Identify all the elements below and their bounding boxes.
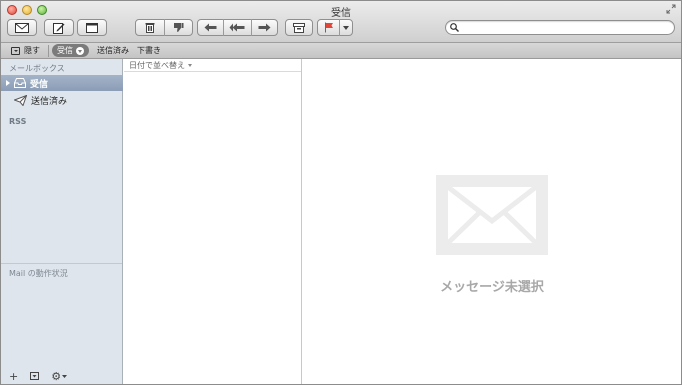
compose-button[interactable]: [44, 19, 74, 36]
sort-label: 日付で並べ替え: [129, 61, 185, 70]
favorite-inbox-label: 受信: [57, 46, 73, 55]
delete-button[interactable]: [136, 20, 164, 35]
flag-menu-button[interactable]: [340, 20, 352, 35]
message-list: 日付で並べ替え: [124, 59, 302, 384]
trash-icon: [145, 22, 155, 33]
hide-mailboxes-button[interactable]: 隠す: [11, 45, 40, 56]
junk-button[interactable]: [165, 20, 193, 35]
window-title: 受信: [331, 8, 351, 19]
hide-label: 隠す: [24, 46, 40, 55]
mail-activity-panel: Mail の動作状況: [1, 263, 122, 363]
disclosure-triangle-icon[interactable]: [6, 80, 10, 86]
sidebar-item-label: 送信済み: [31, 96, 68, 107]
get-mail-button[interactable]: [7, 19, 37, 36]
archive-icon: [293, 22, 305, 33]
gear-icon: ⚙: [51, 369, 62, 383]
forward-icon: [258, 23, 271, 32]
flag-button[interactable]: [317, 19, 353, 36]
chevron-down-icon: [343, 25, 350, 30]
fullscreen-icon[interactable]: [666, 4, 676, 14]
reply-all-button[interactable]: [224, 20, 250, 35]
chevron-down-icon: [188, 64, 192, 67]
favorite-inbox-button[interactable]: 受信: [52, 44, 89, 57]
thumbs-down-icon: [173, 22, 184, 33]
mailboxes-header: メールボックス: [9, 64, 65, 73]
chevron-down-icon[interactable]: [76, 46, 84, 55]
chevron-down-icon: [62, 374, 68, 378]
add-mailbox-button[interactable]: +: [9, 370, 18, 383]
reply-group: [197, 19, 278, 36]
paper-plane-icon: [14, 94, 27, 106]
favorite-drafts-button[interactable]: 下書き: [137, 45, 161, 56]
hide-icon: [11, 46, 20, 55]
action-menu-button[interactable]: ⚙: [51, 369, 68, 383]
archive-button[interactable]: [285, 19, 313, 36]
delete-junk-group: [135, 19, 193, 36]
sidebar-item-label: 受信: [30, 79, 49, 90]
favorite-sent-label: 送信済み: [97, 46, 129, 55]
reply-icon: [204, 23, 217, 32]
sidebar-icon: [86, 22, 98, 33]
rss-header: RSS: [9, 117, 27, 126]
flag-icon: [324, 22, 334, 33]
message-preview: メッセージ未選択: [303, 59, 681, 384]
favorites-divider: [48, 44, 49, 57]
reply-all-icon: [229, 23, 245, 32]
inbox-tray-icon: [14, 78, 26, 88]
reply-button[interactable]: [198, 20, 223, 35]
favorite-sent-button[interactable]: 送信済み: [97, 45, 129, 56]
envelope-icon: [436, 175, 548, 258]
sidebar-footer: + ⚙: [1, 367, 122, 384]
show-activity-button[interactable]: [30, 370, 40, 383]
mailbox-sidebar: メールボックス 受信 送信済み RSS Mail の動作状況 + ⚙: [1, 59, 123, 384]
compose-icon: [53, 22, 65, 34]
favorites-bar: 隠す 受信 送信済み 下書き: [1, 43, 681, 59]
sidebar-item-sent[interactable]: 送信済み: [1, 92, 123, 108]
show-mailbox-button[interactable]: [77, 19, 107, 36]
toolbar: 受信: [1, 1, 681, 43]
plus-icon: +: [9, 369, 19, 383]
mail-activity-label: Mail の動作状況: [9, 269, 68, 278]
search-input[interactable]: [462, 21, 670, 34]
activity-icon: [30, 370, 40, 383]
favorite-drafts-label: 下書き: [137, 46, 161, 55]
forward-button[interactable]: [252, 20, 277, 35]
envelope-icon: [15, 22, 29, 33]
sidebar-item-inbox[interactable]: 受信: [1, 75, 123, 91]
no-message-selected-text: メッセージ未選択: [440, 280, 544, 295]
search-field[interactable]: [445, 20, 675, 35]
sort-by-date-button[interactable]: 日付で並べ替え: [124, 59, 301, 72]
mail-window: 受信 隠す 受信 送信済み 下書き メールボックス 受信 送信済み RSS Ma…: [0, 0, 682, 385]
